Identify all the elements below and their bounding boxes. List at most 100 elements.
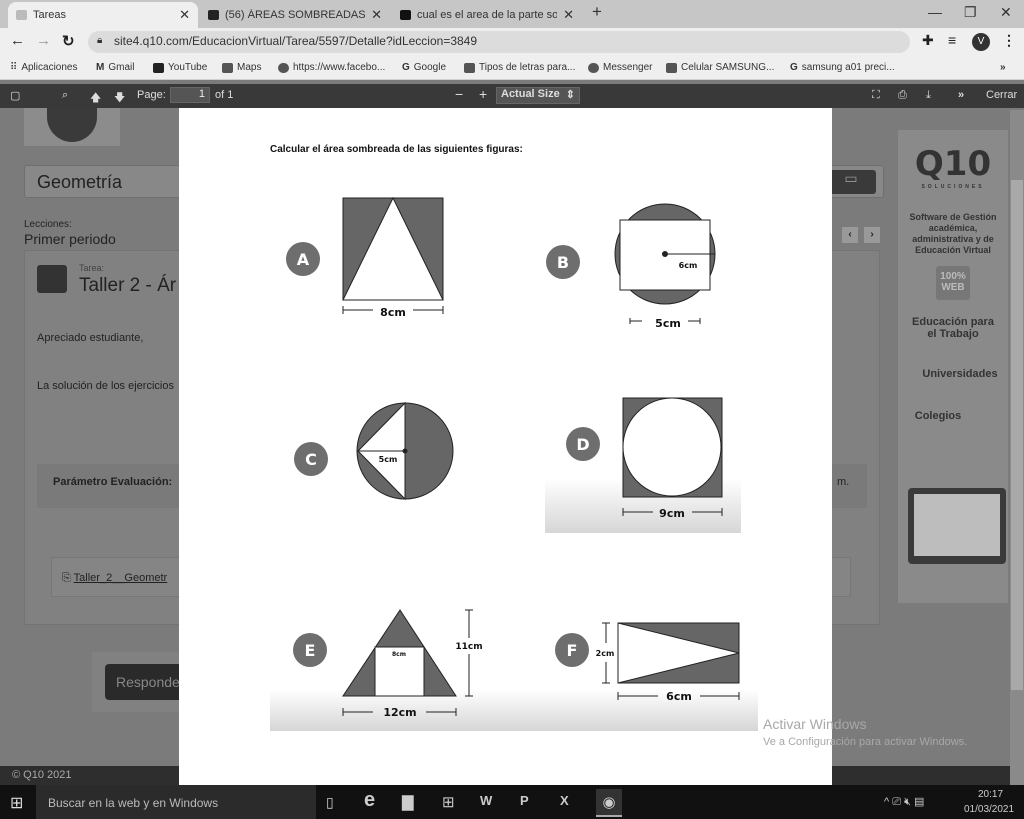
bookmark-tipos[interactable]: Tipos de letras para... xyxy=(464,62,575,73)
label-a-width: 8cm xyxy=(380,306,406,319)
windows-start-icon[interactable]: ⊞ xyxy=(10,793,23,813)
next-page-icon[interactable]: 🡇︎ xyxy=(114,89,125,108)
activation-title: Activar Windows xyxy=(763,716,867,732)
bookmark-label: Tipos de letras para... xyxy=(479,62,576,73)
task-view-icon[interactable]: ▯ xyxy=(326,794,334,811)
prev-page-icon[interactable]: 🡅︎ xyxy=(90,89,101,108)
bookmark-google[interactable]: G Google xyxy=(402,62,446,73)
close-pdf-button[interactable]: Cerrar xyxy=(986,89,1017,101)
page-icon xyxy=(16,10,27,20)
tab-bar: Tareas ✕ (56) ÁREAS SOMBREADAS Super ✕ cua… xyxy=(0,0,1024,28)
task-label: Tarea: xyxy=(79,263,105,273)
close-tab-icon[interactable]: ✕ xyxy=(371,7,382,23)
lock-icon: 🔒︎ xyxy=(97,35,103,46)
more-bookmarks-button[interactable]: » xyxy=(1000,62,1006,73)
file-explorer-icon[interactable]: ▇ xyxy=(402,793,414,811)
prev-button[interactable]: ‹ xyxy=(842,227,858,243)
bookmark-maps[interactable]: Maps xyxy=(222,62,261,73)
zoom-out-button[interactable]: − xyxy=(455,86,463,102)
lesson-name: Primer periodo xyxy=(24,231,116,247)
zoom-select[interactable]: Actual Size ⇕ xyxy=(496,87,580,104)
body-text: La solución de los ejercicios xyxy=(37,380,174,392)
letter-d: D xyxy=(576,435,589,454)
taskbar-search[interactable]: Buscar en la web y en Windows xyxy=(36,785,316,819)
tab-label: cual es el area de la parte sombr xyxy=(417,9,557,21)
bookmark-icon xyxy=(464,62,475,73)
more-tools-icon[interactable]: » xyxy=(958,89,964,101)
messenger-icon xyxy=(588,62,599,73)
avatar[interactable]: V xyxy=(972,33,990,51)
fullscreen-icon[interactable]: ⛶ xyxy=(872,89,880,102)
close-tab-icon[interactable]: ✕ xyxy=(179,7,190,23)
minimize-button[interactable]: — xyxy=(928,4,942,20)
close-window-button[interactable]: ✕ xyxy=(1000,4,1012,21)
facebook-icon xyxy=(278,62,289,73)
tab-youtube[interactable]: (56) ÁREAS SOMBREADAS Super ✕ xyxy=(200,2,390,28)
param-label: Parámetro Evaluación: xyxy=(53,476,173,488)
excel-icon[interactable]: X xyxy=(560,793,569,808)
bookmark-apps[interactable]: ⠿ Aplicaciones xyxy=(10,62,77,73)
menu-icon[interactable]: ⋮ xyxy=(1002,32,1016,49)
ad-item: Universidades xyxy=(922,368,998,380)
clock-time[interactable]: 20:17 xyxy=(978,789,1003,800)
bookmark-facebook[interactable]: https://www.facebo... xyxy=(278,62,385,73)
google-icon: G xyxy=(402,62,410,73)
media-icon[interactable]: ≡ xyxy=(948,32,956,48)
extensions-icon[interactable]: ✚ xyxy=(922,32,934,49)
tab-label: Tareas xyxy=(33,9,67,21)
bookmark-icon xyxy=(666,62,677,73)
figures: A B C D E F 8cm 6cm 5cm 5cm 9cm 8cm 11cm… xyxy=(270,196,758,731)
forward-icon[interactable]: → xyxy=(36,32,51,49)
url-bar[interactable]: 🔒︎ site4.q10.com/EducacionVirtual/Tarea/5… xyxy=(88,31,910,53)
back-icon[interactable]: ← xyxy=(10,32,25,49)
bookmark-label: Aplicaciones xyxy=(21,62,78,73)
bookmark-samsung[interactable]: Celular SAMSUNG... xyxy=(666,62,774,73)
param-value: m. xyxy=(837,476,850,488)
word-icon[interactable]: W xyxy=(480,793,492,808)
new-tab-button[interactable]: + xyxy=(592,2,602,22)
reload-icon[interactable]: ↻ xyxy=(62,32,75,50)
pdf-page: Calcular el área sombreada de las siguie… xyxy=(179,108,832,785)
print-icon[interactable]: ⎙ xyxy=(898,89,907,102)
label-c-radius: 5cm xyxy=(379,455,398,464)
download-icon[interactable]: ⤓ xyxy=(926,89,931,102)
ad-item: Colegios xyxy=(914,410,962,422)
bookmark-youtube[interactable]: YouTube xyxy=(153,62,207,73)
screen-icon[interactable]: ▭ xyxy=(826,170,876,194)
tab-tareas[interactable]: Tareas ✕ xyxy=(8,2,198,28)
label-f-width: 6cm xyxy=(666,690,692,703)
gmail-icon: M xyxy=(96,62,105,73)
sidebar-toggle-icon[interactable]: ▢ xyxy=(10,89,20,102)
label-f-height: 2cm xyxy=(596,649,615,658)
maps-icon xyxy=(222,62,233,73)
zoom-in-button[interactable]: + xyxy=(479,86,487,102)
close-tab-icon[interactable]: ✕ xyxy=(563,7,574,23)
page-number-input[interactable]: 1 xyxy=(170,87,210,103)
tray-icons[interactable]: ^ ⎚ 🔇︎ ▤ xyxy=(884,795,924,809)
zoom-value: Actual Size xyxy=(501,88,560,100)
store-icon[interactable]: ⊞ xyxy=(442,793,455,811)
tab-brainly[interactable]: cual es el area de la parte sombr ✕ xyxy=(392,2,582,28)
bookmark-label: Maps xyxy=(237,62,262,73)
bookmark-messenger[interactable]: Messenger xyxy=(588,62,652,73)
next-button[interactable]: › xyxy=(864,227,880,243)
powerpoint-icon[interactable]: P xyxy=(520,793,529,808)
ad-item: Educación para el Trabajo xyxy=(912,316,994,340)
url-text: site4.q10.com/EducacionVirtual/Tarea/559… xyxy=(114,34,478,48)
search-icon[interactable]: ⌕ xyxy=(62,89,68,102)
scrollbar-thumb[interactable] xyxy=(1011,180,1023,690)
activation-sub: Ve a Configuración para activar Windows. xyxy=(763,736,968,748)
attachment-link[interactable]: Taller_2__Geometr xyxy=(74,572,168,584)
bookmark-samsung-a01[interactable]: Gsamsung a01 preci... xyxy=(790,62,895,73)
tablet-image xyxy=(908,488,1006,564)
clock-date[interactable]: 01/03/2021 xyxy=(964,804,1014,815)
restore-button[interactable]: ❐ xyxy=(964,4,977,21)
bookmark-label: samsung a01 preci... xyxy=(801,62,895,73)
edge-icon[interactable]: e xyxy=(364,789,375,812)
letter-f: F xyxy=(567,641,578,660)
chrome-icon[interactable]: ◉ xyxy=(596,789,622,817)
bookmark-gmail[interactable]: M Gmail xyxy=(96,62,134,73)
bookmark-label: Celular SAMSUNG... xyxy=(681,62,775,73)
page-count: of 1 xyxy=(215,89,234,101)
pdf-toolbar: ▢ ⌕ 🡅︎ 🡇︎ Page: 1 of 1 − + Actual Size ⇕ … xyxy=(0,84,1024,108)
